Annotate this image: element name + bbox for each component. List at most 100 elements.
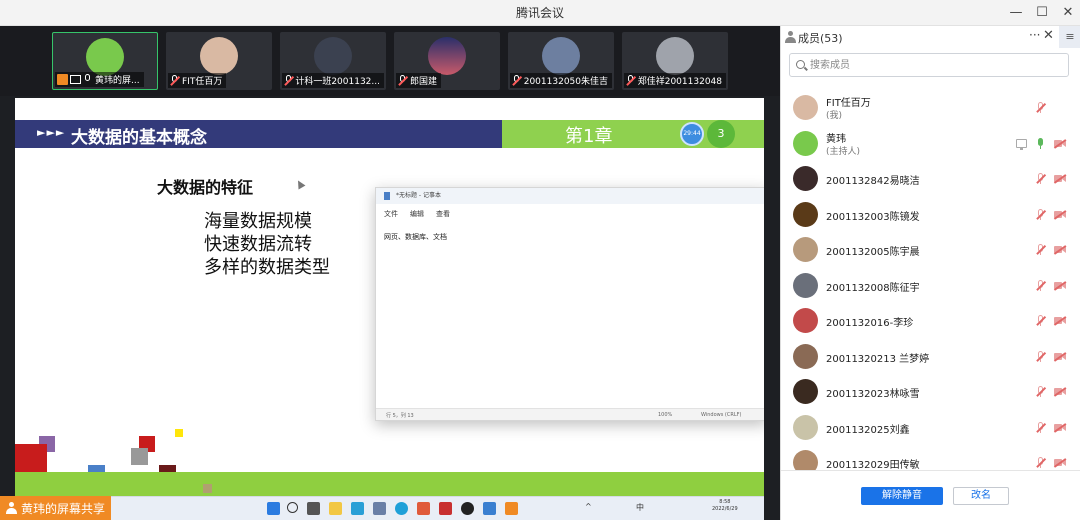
- member-role: (主持人): [826, 146, 861, 157]
- notepad-menu: 文件 编辑 查看: [376, 206, 764, 220]
- mic-muted-icon[interactable]: [1036, 279, 1046, 292]
- member-row[interactable]: 黄玮 (主持人): [781, 126, 1080, 162]
- member-row[interactable]: 2001132023林咏雪: [781, 374, 1080, 410]
- mic-muted-icon[interactable]: [1036, 208, 1046, 221]
- member-row[interactable]: 2001132842易晓洁: [781, 161, 1080, 197]
- unmute-button[interactable]: 解除静音: [861, 487, 943, 505]
- menu-view: 查看: [436, 210, 450, 218]
- avatar: [314, 37, 352, 75]
- camera-off-icon[interactable]: [1053, 387, 1067, 397]
- camera-off-icon[interactable]: [1053, 209, 1067, 219]
- chapter-banner: 第1章: [502, 120, 672, 148]
- member-name: 20011320213 兰梦婷: [826, 353, 930, 365]
- members-title: 成员(53): [798, 32, 843, 45]
- page-number: 3: [707, 120, 735, 148]
- close-panel-button[interactable]: ✕: [1043, 28, 1054, 43]
- camera-off-icon[interactable]: [1053, 351, 1067, 361]
- avatar: [793, 308, 818, 333]
- screen-share-icon: [1016, 138, 1027, 150]
- app-icon: [439, 502, 452, 515]
- video-tile[interactable]: 2001132050朱佳吉: [508, 32, 614, 90]
- avatar: [793, 95, 818, 120]
- avatar: [793, 272, 818, 298]
- slide-footer-bar: [15, 472, 764, 496]
- notepad-window: *无标题 - 记事本 文件 编辑 查看 网页、数据库、文档 行 5，列 13 1…: [375, 187, 764, 421]
- video-tile-label: 计科一班2001132...: [282, 73, 384, 88]
- camera-off-icon[interactable]: [1053, 174, 1067, 184]
- camera-off-icon[interactable]: [1053, 245, 1067, 255]
- menu-edit: 编辑: [410, 210, 424, 218]
- avatar: [86, 38, 124, 76]
- mic-muted-icon[interactable]: [1036, 173, 1046, 185]
- menu-icon[interactable]: ≡: [1059, 26, 1080, 48]
- mic-icon[interactable]: [1036, 137, 1046, 150]
- avatar: [542, 37, 580, 75]
- mic-muted-icon[interactable]: [1036, 244, 1046, 256]
- avatar: [793, 237, 818, 262]
- video-tile[interactable]: 计科一班2001132...: [280, 32, 386, 90]
- arrows-icon: ►►►: [37, 126, 66, 139]
- member-name: 2001132003陈镜发: [826, 211, 920, 223]
- menu-file: 文件: [384, 210, 398, 218]
- tray-chevron-icon: ^: [585, 502, 592, 511]
- member-name: 黄玮: [826, 133, 846, 145]
- member-row[interactable]: 20011320213 兰梦婷: [781, 339, 1080, 375]
- video-tile[interactable]: FIT任百万: [166, 32, 272, 90]
- camera-off-icon[interactable]: [1053, 138, 1067, 148]
- mic-muted-icon: [170, 75, 180, 86]
- member-search[interactable]: [789, 53, 1069, 77]
- avatar: [793, 343, 818, 369]
- mic-icon: [83, 74, 92, 85]
- mic-muted-icon: [626, 75, 636, 86]
- camera-off-icon[interactable]: [1053, 458, 1067, 468]
- member-row[interactable]: 2001132005陈宇晨: [781, 232, 1080, 268]
- maximize-button[interactable]: ☐: [1030, 0, 1054, 26]
- mic-muted-icon[interactable]: [1036, 315, 1046, 327]
- avatar: [428, 37, 466, 75]
- camera-off-icon[interactable]: [1053, 422, 1067, 432]
- minimize-button[interactable]: —: [1004, 0, 1028, 26]
- avatar: [793, 166, 818, 191]
- shared-screen: ►►► 大数据的基本概念 第1章 29:44 3 大数据的特征 海量数据规模 快…: [15, 98, 764, 520]
- member-row[interactable]: 2001132025刘鑫: [781, 410, 1080, 446]
- member-row[interactable]: 2001132003陈镜发: [781, 197, 1080, 233]
- mic-muted-icon[interactable]: [1036, 457, 1046, 469]
- notepad-status-bar: 行 5，列 13 100% Windows (CRLF): [376, 408, 764, 420]
- edge-icon: [395, 502, 408, 515]
- more-icon[interactable]: ···: [1029, 28, 1040, 42]
- slide-title: 大数据的基本概念: [71, 128, 207, 148]
- avatar: [793, 450, 818, 470]
- search-icon: [287, 502, 298, 513]
- close-button[interactable]: ✕: [1056, 0, 1080, 26]
- avatar: [793, 130, 818, 156]
- member-list: FIT任百万 (我) 黄玮 (主持人) 2001132842易晓洁 2001132003…: [781, 90, 1080, 470]
- video-tile-label: 2001132050朱佳吉: [510, 73, 612, 88]
- bullet-item: 海量数据规模: [204, 211, 312, 232]
- rename-button[interactable]: 改名: [953, 487, 1009, 505]
- camera-off-icon[interactable]: [1053, 316, 1067, 326]
- wps-icon: [417, 502, 430, 515]
- mic-muted-icon: [512, 75, 522, 86]
- video-tile[interactable]: 郑佳祥2001132048: [622, 32, 728, 90]
- member-row[interactable]: 2001132008陈征宇: [781, 268, 1080, 304]
- video-tile[interactable]: 黄玮的屏...: [52, 32, 158, 90]
- camera-off-icon[interactable]: [1053, 280, 1067, 290]
- mic-muted-icon[interactable]: [1036, 102, 1046, 114]
- bullet-item: 快速数据流转: [204, 234, 312, 255]
- screen-share-label[interactable]: 黄玮的屏幕共享: [0, 496, 112, 520]
- mic-muted-icon: [398, 75, 408, 86]
- mouse-cursor-icon: [294, 178, 306, 190]
- notepad-icon: [384, 192, 390, 200]
- decor-square: [175, 429, 183, 437]
- video-tile[interactable]: 郎国建: [394, 32, 500, 90]
- mic-muted-icon[interactable]: [1036, 386, 1046, 398]
- member-search-input[interactable]: [810, 56, 1060, 74]
- mic-muted-icon[interactable]: [1036, 350, 1046, 363]
- person-icon: [57, 74, 68, 85]
- member-row[interactable]: 2001132029田传敏: [781, 445, 1080, 470]
- mic-muted-icon[interactable]: [1036, 421, 1046, 434]
- member-row[interactable]: 2001132016-李珍: [781, 303, 1080, 339]
- member-row[interactable]: FIT任百万 (我): [781, 90, 1080, 126]
- members-panel-footer: 解除静音 改名: [781, 470, 1080, 520]
- clock-icon: 29:44: [680, 122, 704, 146]
